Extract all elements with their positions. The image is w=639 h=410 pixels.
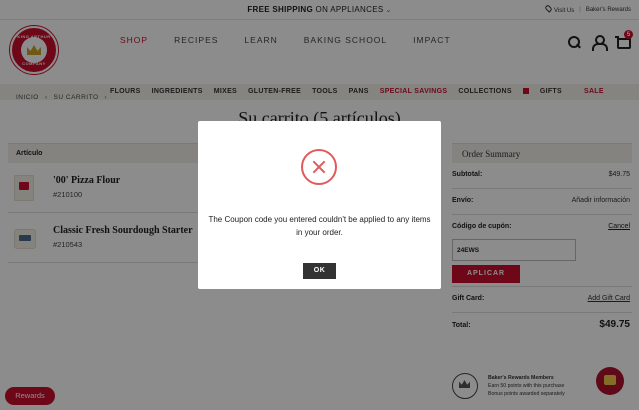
- ok-button[interactable]: OK: [303, 263, 336, 279]
- coupon-error-dialog: The Coupon code you entered couldn't be …: [198, 121, 441, 289]
- error-x-icon: [301, 149, 337, 185]
- dialog-message: The Coupon code you entered couldn't be …: [208, 215, 431, 237]
